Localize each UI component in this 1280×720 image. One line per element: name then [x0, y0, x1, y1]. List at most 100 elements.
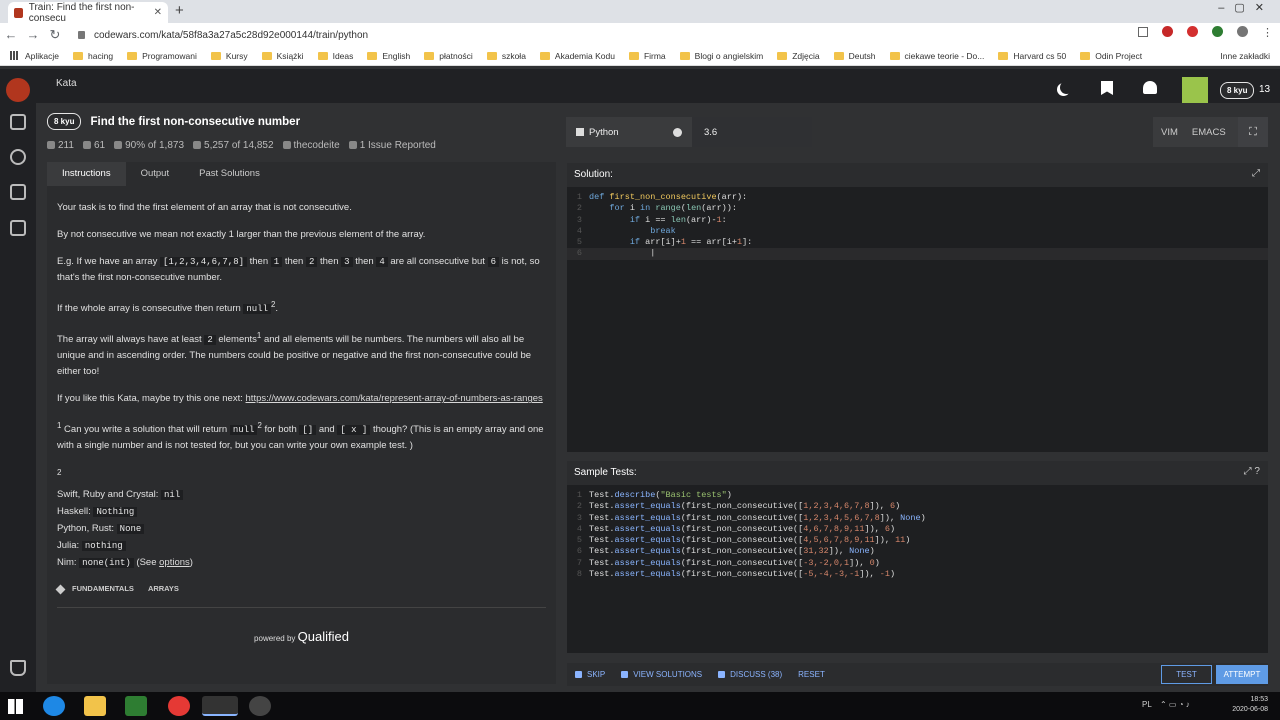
- skip-button[interactable]: SKIP: [575, 670, 605, 679]
- other-bookmarks[interactable]: Inne zakładki: [1220, 51, 1270, 61]
- back-icon[interactable]: ←: [0, 27, 22, 42]
- bookmark-item[interactable]: ciekawe teorie - Do...: [889, 51, 984, 61]
- clock[interactable]: 18:53 2020-06-08: [1232, 695, 1268, 715]
- emacs-mode-button[interactable]: EMACS: [1192, 127, 1226, 138]
- tab-instructions[interactable]: Instructions: [47, 162, 126, 186]
- discuss-icon[interactable]: [10, 184, 26, 200]
- code-line: 4 break: [576, 225, 676, 236]
- lock-icon: [78, 31, 85, 39]
- bookmark-item[interactable]: Deutsh: [833, 51, 876, 61]
- discuss-icon: [718, 671, 726, 678]
- reset-button[interactable]: RESET: [798, 670, 825, 679]
- bookmark-item[interactable]: Odin Project: [1080, 51, 1142, 61]
- fullscreen-icon[interactable]: ⛶: [1238, 117, 1268, 147]
- window-controls[interactable]: –▢✕: [1218, 1, 1274, 14]
- excel-icon[interactable]: [125, 696, 147, 716]
- avatar[interactable]: [1182, 77, 1208, 103]
- options-link[interactable]: options: [159, 557, 190, 568]
- bookmark-item[interactable]: Blogi o angielskim: [679, 51, 763, 61]
- notifications-bell-icon[interactable]: [1143, 81, 1157, 94]
- bookmark-item[interactable]: Firma: [628, 51, 666, 61]
- expand-icon[interactable]: ⤢: [1252, 168, 1260, 179]
- tray-icons[interactable]: ⌃ ▭ ◔ ♪: [1160, 700, 1190, 709]
- view-solutions-button[interactable]: VIEW SOLUTIONS: [621, 670, 702, 679]
- folder-icon: [889, 51, 900, 60]
- folder-icon: [777, 51, 788, 60]
- codewars-logo-icon[interactable]: [6, 78, 30, 102]
- language-indicator[interactable]: PL: [1142, 700, 1152, 709]
- author-stat[interactable]: thecodeite: [282, 140, 340, 151]
- pinterest-icon[interactable]: [1162, 26, 1173, 37]
- test-line: 1 Test.describe("Basic tests"): [576, 490, 732, 500]
- apps-icon[interactable]: [10, 51, 19, 60]
- chrome-active-icon[interactable]: [202, 696, 238, 716]
- dark-mode-moon-icon[interactable]: [1060, 81, 1073, 94]
- browser-tab[interactable]: Train: Find the first non-consecu ✕: [8, 2, 168, 24]
- chrome-icon[interactable]: [168, 696, 190, 716]
- bookmark-item[interactable]: Zdjęcia: [777, 51, 820, 61]
- code-line: 3 if i == len(arr)-1:: [576, 214, 727, 225]
- instruction-paragraph: If you like this Kata, maybe try this on…: [57, 393, 543, 405]
- tag-fundamentals[interactable]: FUNDAMENTALS: [72, 581, 134, 597]
- reload-icon[interactable]: ↻: [44, 27, 66, 43]
- folder-icon: [127, 51, 138, 60]
- kata-title: Find the first non-consecutive number: [90, 115, 301, 128]
- url-field[interactable]: codewars.com/kata/58f8a3a27a5c28d92e0001…: [78, 27, 1178, 43]
- bookmark-item[interactable]: Książki: [261, 51, 304, 61]
- tab-past-solutions[interactable]: Past Solutions: [184, 162, 275, 186]
- forward-icon[interactable]: →: [22, 27, 44, 42]
- bookmark-item[interactable]: Programowani: [127, 51, 197, 61]
- next-kata-link[interactable]: https://www.codewars.com/kata/represent-…: [246, 393, 543, 404]
- windows-start-icon[interactable]: [8, 699, 23, 714]
- community-icon[interactable]: [10, 149, 26, 165]
- star-icon[interactable]: [1138, 26, 1148, 37]
- bookmark-item[interactable]: English: [367, 51, 410, 61]
- solution-editor[interactable]: 1 def first_non_consecutive(arr): 2 for i…: [567, 187, 1268, 452]
- file-explorer-icon[interactable]: [84, 696, 106, 716]
- bookmark-item[interactable]: szkoła: [486, 51, 526, 61]
- folder-icon: [261, 51, 272, 60]
- help-icon[interactable]: ⤢ ?: [1244, 466, 1260, 477]
- powered-by: powered by Qualified: [254, 629, 349, 645]
- honor-count: 13: [1259, 84, 1271, 95]
- attempt-button[interactable]: ATTEMPT: [1216, 665, 1268, 684]
- leaderboard-trophy-icon[interactable]: [10, 660, 26, 676]
- profile-icon[interactable]: [1237, 26, 1248, 37]
- qualified-logo[interactable]: Qualified: [298, 629, 349, 644]
- tests-editor[interactable]: 1 Test.describe("Basic tests") 2 Test.asse…: [567, 485, 1268, 653]
- footnote-number: 2: [57, 468, 62, 478]
- discuss-button[interactable]: DISCUSS (38): [718, 670, 782, 679]
- bookmark-item[interactable]: Akademia Kodu: [539, 51, 615, 61]
- practice-icon[interactable]: [10, 114, 26, 130]
- instructions-content: Your task is to find the first element o…: [47, 186, 556, 684]
- bookmark-item[interactable]: płatności: [424, 51, 473, 61]
- tag-icon: [55, 584, 66, 595]
- obs-icon[interactable]: [249, 696, 271, 716]
- ie-icon[interactable]: [43, 696, 65, 716]
- vim-mode-button[interactable]: VIM: [1161, 127, 1178, 138]
- test-line: 4 Test.assert_equals(first_non_consecutiv…: [576, 523, 896, 534]
- stars-stat[interactable]: 211: [47, 140, 74, 151]
- extension-icon[interactable]: [1212, 26, 1223, 37]
- satisfaction-stat: 90% of 1,873: [114, 140, 184, 151]
- docs-icon[interactable]: [10, 220, 26, 236]
- test-button[interactable]: TEST: [1161, 665, 1212, 684]
- bookmark-item[interactable]: Harvard cs 50: [998, 51, 1066, 61]
- bookmark-item[interactable]: Aplikacje: [25, 51, 59, 61]
- adblock-icon[interactable]: [1187, 26, 1198, 37]
- kata-nav-label[interactable]: Kata: [56, 78, 77, 89]
- version-select[interactable]: 3.6: [704, 127, 717, 138]
- url-text: codewars.com/kata/58f8a3a27a5c28d92e0001…: [94, 29, 369, 41]
- issues-stat[interactable]: 1 Issue Reported: [348, 140, 436, 151]
- close-tab-icon[interactable]: ✕: [154, 7, 162, 18]
- folder-icon: [628, 51, 639, 60]
- bookmark-item[interactable]: hacing: [73, 51, 113, 61]
- new-tab-icon[interactable]: +: [175, 2, 184, 19]
- menu-icon[interactable]: ⋮: [1262, 26, 1273, 39]
- tag-arrays[interactable]: ARRAYS: [148, 581, 179, 597]
- bookmark-item[interactable]: Ideas: [317, 51, 353, 61]
- folder-icon: [539, 51, 550, 60]
- tab-output[interactable]: Output: [126, 162, 185, 186]
- language-select[interactable]: Python: [566, 117, 692, 147]
- bookmark-item[interactable]: Kursy: [210, 51, 248, 61]
